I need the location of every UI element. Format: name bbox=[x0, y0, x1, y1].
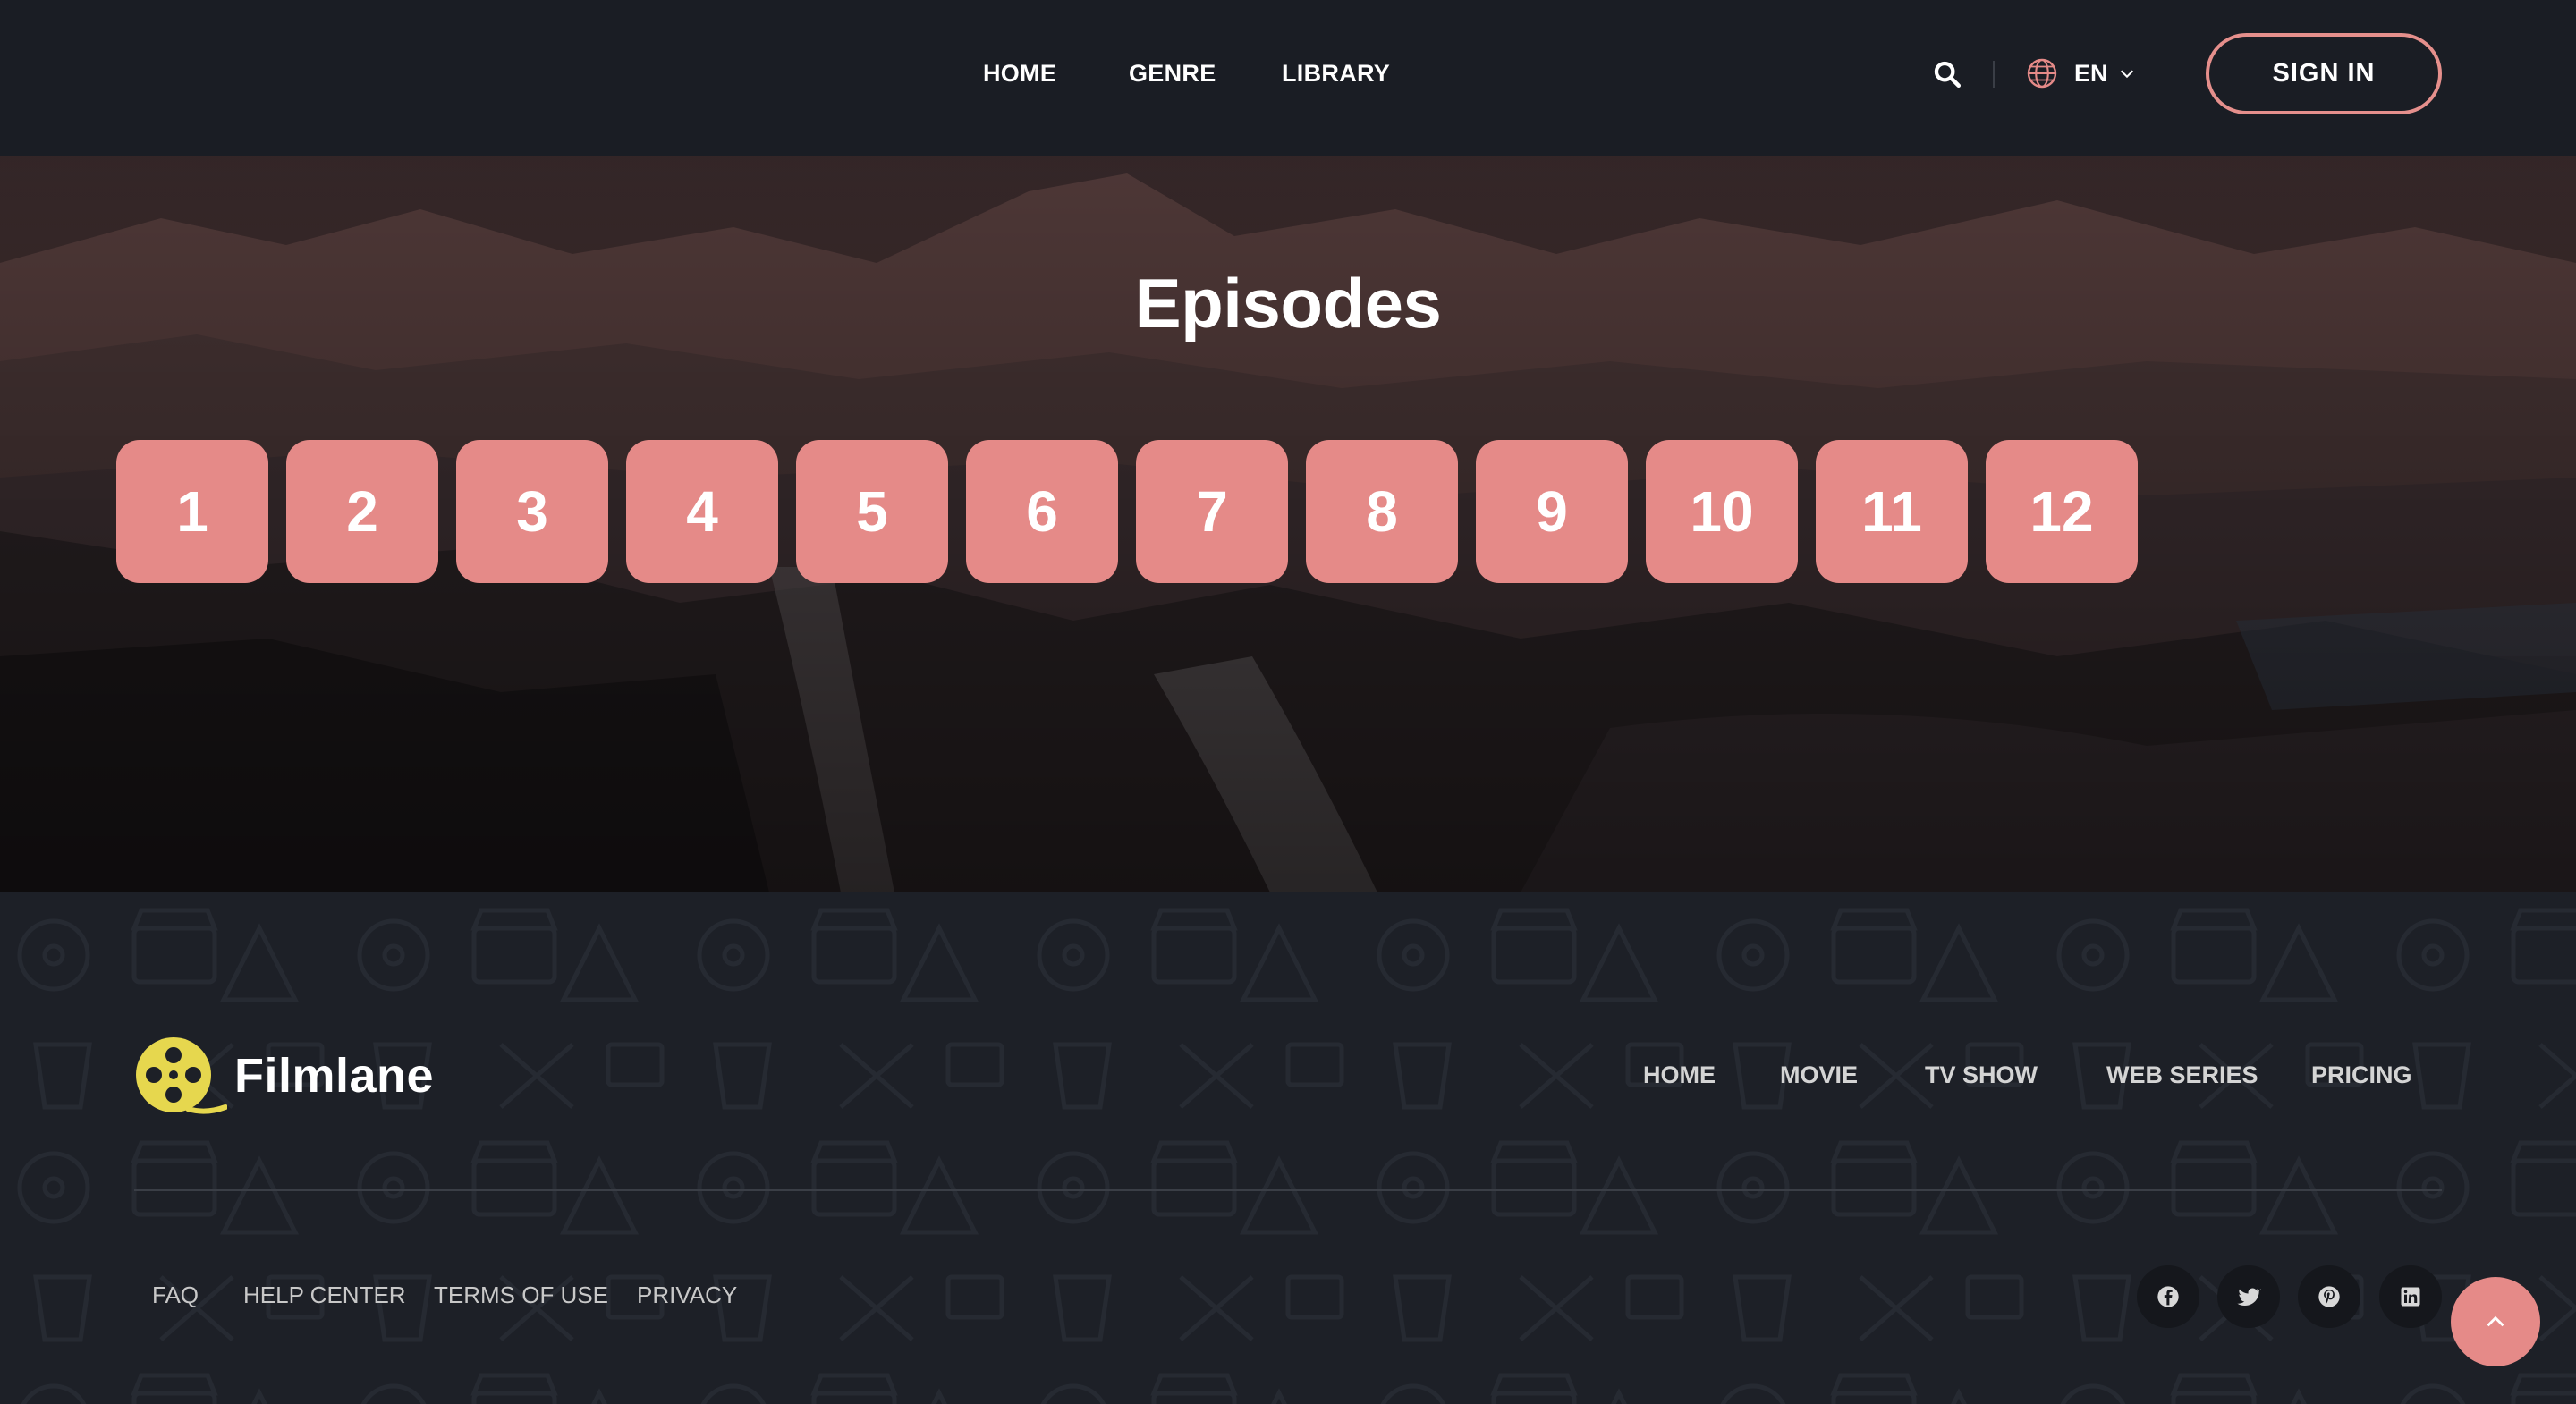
episode-button[interactable]: 1 bbox=[116, 440, 268, 583]
globe-icon bbox=[2027, 58, 2057, 89]
episode-button[interactable]: 6 bbox=[966, 440, 1118, 583]
site-header: HOME GENRE LIBRARY EN SIGN IN bbox=[0, 0, 2576, 156]
main-nav: HOME GENRE LIBRARY bbox=[0, 55, 2576, 91]
search-icon[interactable] bbox=[1932, 59, 1962, 89]
footer-link-privacy[interactable]: PRIVACY bbox=[637, 1277, 737, 1313]
pinterest-icon[interactable] bbox=[2298, 1265, 2360, 1328]
footer-divider bbox=[134, 1189, 2442, 1191]
footer-background-pattern bbox=[0, 892, 2576, 1404]
footer-link-terms[interactable]: TERMS OF USE bbox=[434, 1277, 608, 1313]
episode-button[interactable]: 10 bbox=[1646, 440, 1798, 583]
facebook-icon[interactable] bbox=[2137, 1265, 2199, 1328]
site-footer: Filmlane HOME MOVIE TV SHOW WEB SERIES P… bbox=[0, 892, 2576, 1404]
twitter-icon[interactable] bbox=[2217, 1265, 2280, 1328]
page-title: Episodes bbox=[1134, 264, 1442, 343]
brand-name: Filmlane bbox=[234, 1049, 435, 1103]
linkedin-icon[interactable] bbox=[2379, 1265, 2442, 1328]
nav-library[interactable]: LIBRARY bbox=[1282, 55, 1390, 91]
page: HOME GENRE LIBRARY EN SIGN IN Episodes 1… bbox=[0, 0, 2576, 1404]
footer-nav-web-series[interactable]: WEB SERIES bbox=[2106, 1057, 2258, 1093]
episodes-hero: Episodes 1 2 3 4 5 6 7 8 9 10 11 12 bbox=[0, 156, 2576, 892]
footer-brand[interactable]: Filmlane bbox=[134, 1036, 434, 1116]
episode-button[interactable]: 8 bbox=[1306, 440, 1458, 583]
footer-nav-home[interactable]: HOME bbox=[1643, 1057, 1716, 1093]
footer-nav-pricing[interactable]: PRICING bbox=[2311, 1057, 2412, 1093]
footer-link-faq[interactable]: FAQ bbox=[152, 1277, 199, 1313]
sign-in-button[interactable]: SIGN IN bbox=[2206, 33, 2442, 114]
nav-genre[interactable]: GENRE bbox=[1129, 55, 1216, 91]
episode-button[interactable]: 12 bbox=[1986, 440, 2138, 583]
header-divider bbox=[1993, 61, 1995, 88]
episode-button[interactable]: 3 bbox=[456, 440, 608, 583]
language-selector[interactable]: EN bbox=[2026, 55, 2137, 91]
episode-button[interactable]: 4 bbox=[626, 440, 778, 583]
footer-nav-tv-show[interactable]: TV SHOW bbox=[1925, 1057, 2038, 1093]
nav-home[interactable]: HOME bbox=[983, 55, 1056, 91]
episode-button[interactable]: 7 bbox=[1136, 440, 1288, 583]
chevron-down-icon bbox=[2120, 70, 2133, 79]
footer-link-help-center[interactable]: HELP CENTER bbox=[243, 1277, 406, 1313]
chevron-up-icon bbox=[2487, 1315, 2504, 1327]
language-code: EN bbox=[2074, 59, 2108, 87]
episode-button[interactable]: 2 bbox=[286, 440, 438, 583]
back-to-top-button[interactable] bbox=[2451, 1277, 2540, 1366]
film-reel-icon bbox=[136, 1037, 227, 1114]
footer-nav-movie[interactable]: MOVIE bbox=[1780, 1057, 1858, 1093]
episode-button[interactable]: 11 bbox=[1816, 440, 1968, 583]
episode-button[interactable]: 9 bbox=[1476, 440, 1628, 583]
episode-button[interactable]: 5 bbox=[796, 440, 948, 583]
